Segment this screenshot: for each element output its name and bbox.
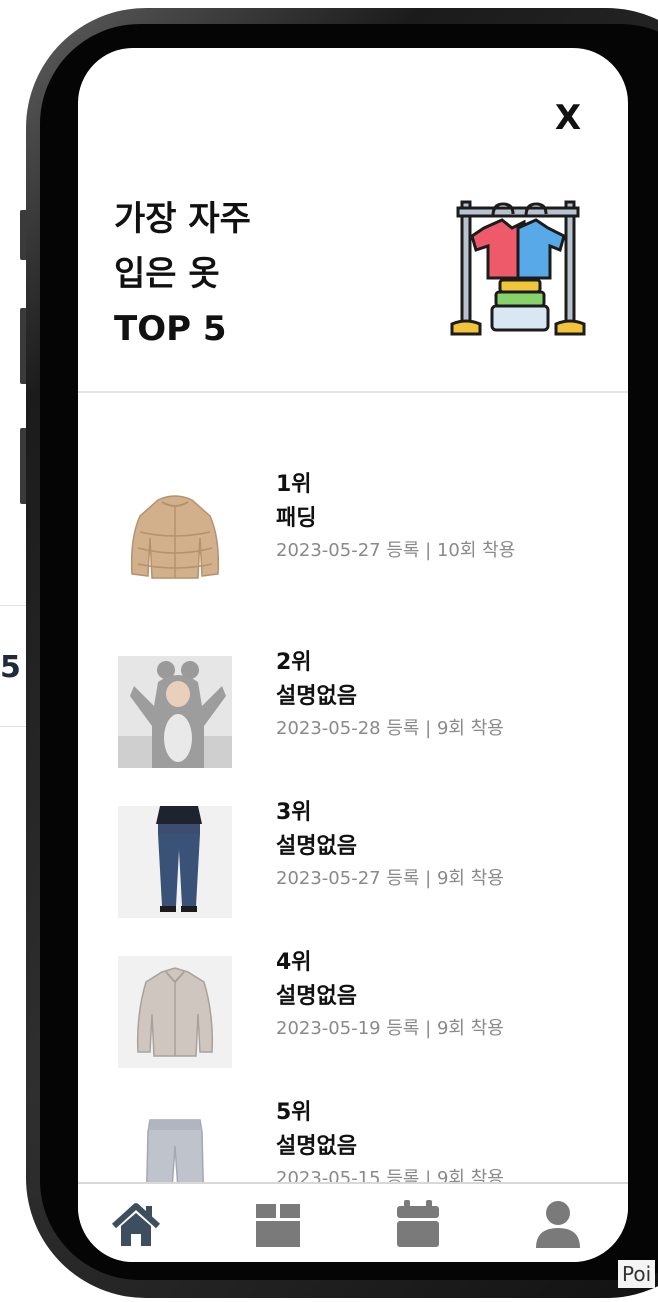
denim-jeans-image: [118, 806, 232, 918]
title-line-2: 입은 옷: [114, 254, 220, 294]
home-icon: [111, 1203, 161, 1246]
nav-home[interactable]: [108, 1196, 164, 1252]
title-line-1: 가장 자주: [114, 199, 251, 239]
calendar-icon: [397, 1200, 439, 1247]
list-item[interactable]: 1위 패딩 2023-05-27 등록 | 10회 착용: [78, 458, 628, 598]
background-card-text: 5: [0, 650, 21, 685]
list-item[interactable]: 4위 설명없음 2023-05-19 등록 | 9회 착용: [78, 936, 628, 1076]
item-rank: 1위: [276, 472, 312, 497]
nav-profile[interactable]: [530, 1196, 586, 1252]
user-icon: [536, 1201, 580, 1248]
item-name: 설명없음: [276, 834, 357, 859]
item-thumbnail: [118, 806, 232, 918]
box-icon: [256, 1204, 300, 1247]
header-divider: [78, 391, 628, 393]
item-rank: 2위: [276, 650, 312, 675]
background-corner-text: Poi: [618, 1260, 656, 1288]
item-rank: 3위: [276, 800, 312, 825]
item-meta: 2023-05-19 등록 | 9회 착용: [276, 1018, 504, 1039]
phone-screen: X 가장 자주 입은 옷 TOP 5 1위 패딩 2023-05-27 등록 |…: [78, 48, 628, 1262]
item-rank: 5위: [276, 1100, 312, 1125]
item-name: 설명없음: [276, 684, 357, 709]
clothes-rack-icon: [450, 200, 586, 336]
item-name: 설명없음: [276, 1134, 357, 1159]
bottom-navigation: [78, 1182, 628, 1262]
item-name: 설명없음: [276, 984, 357, 1009]
item-name: 패딩: [276, 506, 317, 531]
item-thumbnail: [118, 956, 232, 1068]
canvas: 5 X 가장 자주 입은 옷 TOP 5 1위 패딩 2023-05-27 등록…: [0, 0, 658, 1302]
beige-shirt-image: [118, 956, 232, 1068]
list-item[interactable]: 3위 설명없음 2023-05-27 등록 | 9회 착용: [78, 786, 628, 926]
nav-calendar[interactable]: [390, 1196, 446, 1252]
nav-closet[interactable]: [250, 1196, 306, 1252]
item-thumbnail: [118, 656, 232, 768]
list-item[interactable]: 2위 설명없음 2023-05-28 등록 | 9회 착용: [78, 636, 628, 776]
item-meta: 2023-05-28 등록 | 9회 착용: [276, 718, 504, 739]
item-thumbnail: [118, 478, 232, 590]
padded-jacket-image: [130, 495, 220, 579]
item-meta: 2023-05-27 등록 | 10회 착용: [276, 540, 516, 561]
title-line-3: TOP 5: [114, 309, 227, 349]
close-button[interactable]: X: [548, 96, 588, 140]
item-meta: 2023-05-27 등록 | 9회 착용: [276, 868, 504, 889]
item-rank: 4위: [276, 950, 312, 975]
page-title: 가장 자주 입은 옷 TOP 5: [114, 192, 251, 357]
bear-onesie-image: [118, 656, 232, 768]
